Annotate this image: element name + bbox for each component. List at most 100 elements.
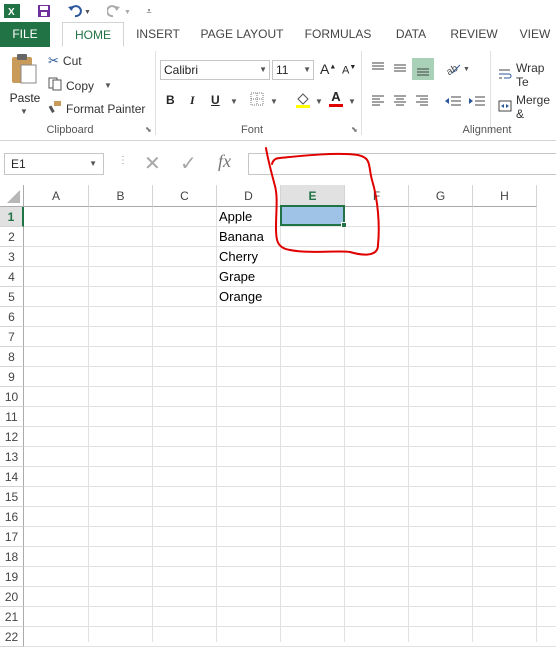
tab-home[interactable]: HOME xyxy=(62,22,124,47)
tab-review[interactable]: REVIEW xyxy=(444,22,504,47)
italic-button[interactable]: I xyxy=(190,93,195,108)
font-size-box[interactable]: 11 ▼ xyxy=(272,60,314,80)
column-header-c[interactable]: C xyxy=(153,185,217,207)
fill-handle[interactable] xyxy=(341,222,347,228)
undo-icon[interactable]: ▼ xyxy=(64,2,94,20)
tab-view[interactable]: VIEW xyxy=(514,22,556,47)
tab-insert[interactable]: INSERT xyxy=(128,22,188,47)
cell-d1[interactable]: Apple xyxy=(217,207,252,227)
grid-line xyxy=(24,306,556,307)
row-header-11[interactable]: 11 xyxy=(0,407,24,427)
align-left-button[interactable] xyxy=(370,94,386,111)
selected-cell-e1[interactable] xyxy=(280,205,345,226)
align-right-button[interactable] xyxy=(414,94,430,111)
cell-d4[interactable]: Grape xyxy=(217,267,255,287)
merge-label: Merge & xyxy=(516,93,551,121)
underline-button[interactable]: U xyxy=(211,93,220,107)
top-align-button[interactable] xyxy=(370,61,386,78)
decrease-indent-button[interactable] xyxy=(444,94,462,111)
cut-button[interactable]: ✂ Cut xyxy=(48,53,82,69)
name-box[interactable]: E1 ▼ xyxy=(4,153,104,175)
row-header-4[interactable]: 4 xyxy=(0,267,24,287)
row-header-6[interactable]: 6 xyxy=(0,307,24,327)
borders-dropdown-icon[interactable]: ▼ xyxy=(270,97,278,106)
enter-icon[interactable]: ✓ xyxy=(180,151,197,176)
orientation-icon: ab ▼ xyxy=(445,63,470,78)
cell-d5[interactable]: Orange xyxy=(217,287,262,307)
scissors-icon: ✂ xyxy=(48,53,59,68)
column-header-e[interactable]: E xyxy=(281,185,345,207)
paste-button[interactable]: Paste ▼ xyxy=(4,53,44,123)
orientation-button[interactable]: ab ▼ xyxy=(445,61,470,78)
font-color-dropdown-icon[interactable]: ▼ xyxy=(348,97,356,106)
font-group-label: Font xyxy=(240,124,263,136)
increase-indent-button[interactable] xyxy=(468,94,486,111)
row-header-14[interactable]: 14 xyxy=(0,467,24,487)
merge-center-button[interactable]: Merge & xyxy=(498,93,556,121)
wrap-text-button[interactable]: Wrap Te xyxy=(498,61,556,89)
font-name-box[interactable]: Calibri ▼ xyxy=(160,60,270,80)
grow-font-button[interactable]: A▲ xyxy=(320,61,336,77)
bold-button[interactable]: B xyxy=(166,93,175,107)
row-header-12[interactable]: 12 xyxy=(0,427,24,447)
paste-icon xyxy=(12,54,37,84)
bottom-align-button[interactable] xyxy=(412,58,434,80)
row-header-21[interactable]: 21 xyxy=(0,607,24,627)
format-painter-button[interactable]: Format Painter xyxy=(48,100,145,117)
align-center-button[interactable] xyxy=(392,94,408,111)
row-header-13[interactable]: 13 xyxy=(0,447,24,467)
column-header-f[interactable]: F xyxy=(345,185,409,207)
grid-line xyxy=(24,626,556,627)
underline-dropdown-icon[interactable]: ▼ xyxy=(230,97,238,106)
column-header-g[interactable]: G xyxy=(409,185,473,207)
tab-file[interactable]: FILE xyxy=(0,22,50,47)
wrap-text-icon xyxy=(498,67,512,84)
grow-font-icon: A xyxy=(320,61,330,77)
name-box-dropdown-icon[interactable]: ▼ xyxy=(89,154,97,174)
row-header-9[interactable]: 9 xyxy=(0,367,24,387)
row-header-18[interactable]: 18 xyxy=(0,547,24,567)
redo-icon[interactable]: ▼ xyxy=(104,2,134,20)
grid-line xyxy=(24,246,556,247)
save-icon[interactable] xyxy=(34,2,54,20)
row-header-19[interactable]: 19 xyxy=(0,567,24,587)
row-header-3[interactable]: 3 xyxy=(0,247,24,267)
column-header-b[interactable]: B xyxy=(89,185,153,207)
row-header-5[interactable]: 5 xyxy=(0,287,24,307)
middle-align-button[interactable] xyxy=(392,61,408,78)
font-launcher-icon[interactable]: ⬊ xyxy=(351,126,359,134)
select-all-corner[interactable] xyxy=(0,185,24,207)
tab-data[interactable]: DATA xyxy=(388,22,434,47)
row-header-15[interactable]: 15 xyxy=(0,487,24,507)
row-header-16[interactable]: 16 xyxy=(0,507,24,527)
tab-formulas[interactable]: FORMULAS xyxy=(298,22,378,47)
cell-d2[interactable]: Banana xyxy=(217,227,264,247)
grid-line xyxy=(24,286,556,287)
customize-qat-icon[interactable]: ⩡ xyxy=(142,2,156,20)
clipboard-launcher-icon[interactable]: ⬊ xyxy=(145,126,153,134)
row-header-20[interactable]: 20 xyxy=(0,587,24,607)
formula-input[interactable] xyxy=(248,153,556,175)
font-color-button[interactable]: A xyxy=(328,89,344,107)
column-header-d[interactable]: D xyxy=(217,185,281,207)
row-header-17[interactable]: 17 xyxy=(0,527,24,547)
row-header-2[interactable]: 2 xyxy=(0,227,24,247)
fill-color-button[interactable] xyxy=(294,91,312,112)
cell-d3[interactable]: Cherry xyxy=(217,247,258,267)
borders-button[interactable] xyxy=(250,92,266,109)
column-header-h[interactable]: H xyxy=(473,185,537,207)
font-name-dropdown-icon: ▼ xyxy=(259,65,267,74)
copy-button[interactable]: Copy ▼ xyxy=(48,77,112,94)
insert-function-icon[interactable]: fx xyxy=(218,151,231,172)
column-header-a[interactable]: A xyxy=(24,185,89,207)
fill-color-dropdown-icon[interactable]: ▼ xyxy=(315,97,323,106)
row-header-22[interactable]: 22 xyxy=(0,627,24,647)
worksheet-grid[interactable]: A B C D E F G H 1 2 3 4 5 6 7 8 9 10 11 12 13 14 15 16 17 18 19 20 2… xyxy=(0,185,556,647)
tab-page-layout[interactable]: PAGE LAYOUT xyxy=(196,22,288,47)
row-header-7[interactable]: 7 xyxy=(0,327,24,347)
row-header-1[interactable]: 1 xyxy=(0,207,24,227)
cancel-icon[interactable]: ✕ xyxy=(144,151,161,176)
shrink-font-button[interactable]: A▼ xyxy=(342,64,356,77)
row-header-8[interactable]: 8 xyxy=(0,347,24,367)
row-header-10[interactable]: 10 xyxy=(0,387,24,407)
